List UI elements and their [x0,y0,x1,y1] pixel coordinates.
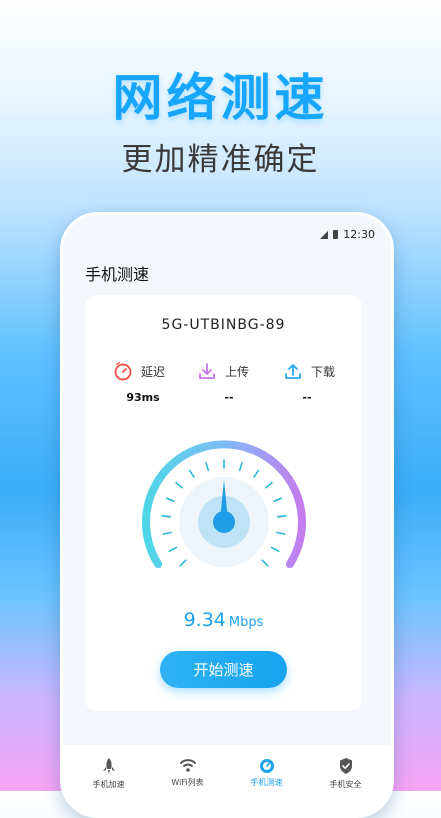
metric-upload-label: 上传 [225,364,250,379]
gauge-tick [205,461,210,472]
gauge-tick [165,497,175,503]
gauge-tick [238,461,243,472]
tab-speed-test[interactable]: 手机测速 [237,757,297,815]
gauge-tick [273,497,283,503]
promo-subtitle: 更加精准确定 [121,142,320,178]
tab-phone-security-label: 手机安全 [329,780,362,789]
speed-value: 9.34 [183,609,226,631]
gauge-tick [270,546,280,552]
metric-download-value: -- [302,391,312,404]
metric-upload-value: -- [224,391,234,404]
phone-frame: 12:30 手机测速 5G-UTBINBG-89 延迟 93ms 上传 -- 下… [60,212,394,818]
speed-test-card: 5G-UTBINBG-89 延迟 93ms 上传 -- 下载 -- 9.34 M… [85,295,362,711]
speedometer-icon [259,759,274,773]
gauge-tick [161,515,172,518]
promo-title: 网络测速 [112,69,329,127]
tab-wifi-list-label: WiFi列表 [171,778,204,787]
upload-icon [199,363,215,379]
tab-phone-security[interactable]: 手机安全 [316,757,376,815]
tab-phone-boost[interactable]: 手机加速 [79,757,139,815]
tab-speed-test-label: 手机测速 [250,778,283,787]
wifi-icon [179,759,196,772]
gauge-tick [188,469,195,478]
tab-wifi-list[interactable]: WiFi列表 [158,757,218,815]
gauge-tick [179,559,187,567]
battery-icon [333,230,339,239]
status-time: 12:30 [343,228,375,241]
start-test-button[interactable]: 开始测速 [160,651,287,688]
gauge-tick [261,559,269,567]
download-icon [285,364,301,379]
gauge-tick [175,481,184,489]
status-bar: 12:30 [320,228,375,241]
gauge-tick [276,515,287,518]
speed-unit: Mbps [228,615,264,630]
page-title: 手机测速 [85,265,150,284]
gauge-tick [276,531,286,535]
speed-readout: 9.34 Mbps [85,609,362,631]
tab-phone-boost-label: 手机加速 [92,780,125,789]
shield-icon [339,758,352,774]
speed-gauge [142,440,306,569]
metric-upload: 上传 [197,361,249,381]
gauge-tick [168,546,178,552]
metric-latency: 延迟 [113,361,165,381]
bottom-tab-bar: 手机加速 WiFi列表 手机测速 手机安全 [63,745,391,815]
gauge-tick [162,531,172,535]
timer-icon [114,362,132,381]
gauge-tick [264,481,273,489]
signal-icon [320,230,329,239]
metric-latency-label: 延迟 [141,364,166,379]
metric-latency-value: 93ms [126,391,160,404]
gauge-tick [253,469,260,478]
metric-download-label: 下载 [311,364,336,379]
rocket-icon [102,758,115,774]
wifi-ssid: 5G-UTBINBG-89 [161,317,286,333]
metric-download: 下载 [283,361,335,381]
